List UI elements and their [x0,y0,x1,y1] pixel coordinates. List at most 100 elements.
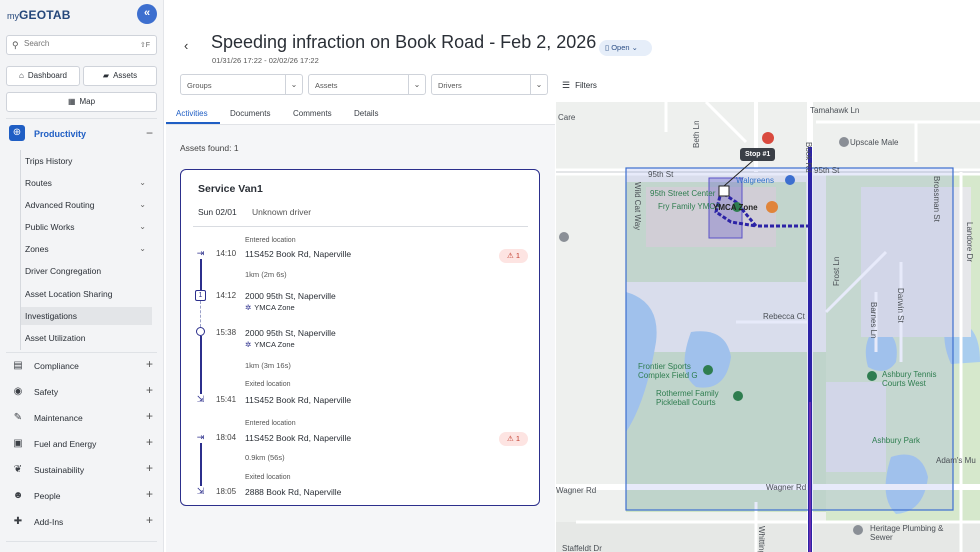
sidebar-item-maintenance[interactable]: ✎ Maintenance + [6,408,157,428]
event-address[interactable]: 2000 95th St, Naperville [245,328,336,338]
filters-button[interactable]: ☰ Filters [562,80,597,91]
map-view[interactable]: Stop #1 Care Tamahawk Ln Upscale Male Be… [556,102,980,552]
assets-button[interactable]: ▰ Assets [83,66,157,86]
sidebar-item-fuel-and-energy[interactable]: ▣ Fuel and Energy + [6,434,157,454]
map-label: Whittington [757,526,766,552]
exception-badge[interactable]: ⚠ 1 [499,249,528,263]
sidebar-item-add-ins[interactable]: ✚ Add-Ins + [6,512,157,532]
collapse-icon[interactable]: − [146,126,153,140]
map-label: Beth Ln [692,120,701,148]
event-time: 18:04 [216,433,237,442]
map-label: Brossman St [932,176,941,222]
event-caption: Entered location [245,420,296,427]
tab-documents[interactable]: Documents [230,109,270,118]
warning-icon: ⚠ [507,251,516,260]
geotab-logo: myGEOTAB [7,8,71,22]
sidebar: myGEOTAB « ⚲ ⇧F ⌂Dashboard ▰Assets ▦Map … [0,0,164,552]
truck-icon: ▰ [102,71,110,80]
chevron-down-icon: ⌄ [139,222,146,231]
fuel-icon: ▣ [13,438,23,449]
drivers-select[interactable]: Drivers ⌄ [431,74,548,95]
sidebar-divider [6,118,157,119]
exception-badge[interactable]: ⚠ 1 [499,432,528,446]
map-label: Wagner Rd [556,486,597,495]
event-address[interactable]: 11S452 Book Rd, Naperville [245,433,351,443]
zone-name[interactable]: ✲ YMCA Zone [245,340,295,349]
expand-icon[interactable]: + [146,409,153,423]
event-caption: Entered location [245,237,296,244]
sidebar-item-zones[interactable]: Zones ⌄ [21,240,152,258]
sidebar-item-investigations[interactable]: Investigations [21,307,152,325]
search-input[interactable] [24,39,124,48]
expand-icon[interactable]: + [146,357,153,371]
home-icon: ⌂ [19,71,24,80]
status-dropdown[interactable]: ▯ Open ⌄ [599,40,652,56]
page-title: Speeding infraction on Book Road - Feb 2… [211,32,597,52]
zone-icon: ✲ [245,303,252,312]
sidebar-item-sustainability[interactable]: ❦ Sustainability + [6,460,157,480]
event-address[interactable]: 11S452 Book Rd, Naperville [245,249,351,259]
clipboard-icon: ▤ [13,360,23,371]
stop-marker-label[interactable]: Stop #1 [740,148,776,161]
chevron-down-icon: ⌄ [530,75,547,94]
exit-zone-icon: ⇲ [195,486,206,497]
sidebar-item-compliance[interactable]: ▤ Compliance + [6,356,157,376]
wrench-icon: ✎ [13,412,23,423]
chevron-down-icon: ⌄ [139,200,146,209]
activity-date: Sun 02/01 [198,207,237,217]
event-address[interactable]: 11S452 Book Rd, Naperville [245,395,351,405]
map-label: Wagner Rd [766,483,807,492]
map-label: Wild Cat Way [633,182,642,231]
event-caption: Exited location [245,474,291,481]
map-label: Fry Family YMCA [658,202,721,211]
sidebar-item-asset-location-sharing[interactable]: Asset Location Sharing [21,285,152,303]
sidebar-item-people[interactable]: ☻ People + [6,486,157,506]
sidebar-item-safety[interactable]: ◉ Safety + [6,382,157,402]
chevron-down-icon: ⌄ [408,75,425,94]
date-range: 01/31/26 17:22 - 02/02/26 17:22 [212,56,319,65]
chevron-down-icon: ⌄ [285,75,302,94]
sidebar-item-productivity[interactable]: ⊕ Productivity − [6,124,157,144]
tab-comments[interactable]: Comments [293,109,332,118]
chevron-down-icon: ⌄ [139,178,146,187]
zone-name[interactable]: ✲ YMCA Zone [245,303,295,312]
enter-zone-icon: ⇥ [195,432,206,443]
sidebar-item-driver-congregation[interactable]: Driver Congregation [21,262,152,280]
expand-icon[interactable]: + [146,435,153,449]
timeline-connector [200,441,202,487]
collapse-sidebar-button[interactable]: « [137,4,157,24]
expand-icon[interactable]: + [146,383,153,397]
event-address[interactable]: 2888 Book Rd, Naperville [245,487,341,497]
expand-icon[interactable]: + [146,461,153,475]
stop-end-icon [196,327,205,336]
asset-card[interactable] [180,169,540,506]
tab-activities[interactable]: Activities [176,109,208,118]
warning-icon: ⚠ [507,434,516,443]
sidebar-item-trips-history[interactable]: Trips History [21,152,152,170]
tab-details[interactable]: Details [354,109,378,118]
map-label: Upscale Male [850,138,899,147]
back-button[interactable]: ‹ [184,38,188,53]
map-button[interactable]: ▦ Map [6,92,157,112]
sidebar-item-routes[interactable]: Routes ⌄ [21,174,152,192]
search-box[interactable]: ⚲ ⇧F [6,35,157,55]
sidebar-item-public-works[interactable]: Public Works ⌄ [21,218,152,236]
chevron-down-icon: ⌄ [629,43,638,52]
trip-distance: 1km (3m 16s) [245,361,291,370]
sidebar-item-advanced-routing[interactable]: Advanced Routing ⌄ [21,196,152,214]
assets-select[interactable]: Assets ⌄ [308,74,426,95]
map-label: Frost Ln [832,256,841,286]
timeline-connector [200,259,202,291]
expand-icon[interactable]: + [146,513,153,527]
event-time: 14:10 [216,249,237,258]
zone-icon: ✲ [245,340,252,349]
dashboard-button[interactable]: ⌂ Dashboard [6,66,80,86]
expand-icon[interactable]: + [146,487,153,501]
groups-select[interactable]: Groups ⌄ [180,74,303,95]
card-divider [193,226,528,227]
sidebar-item-asset-utilization[interactable]: Asset Utilization [21,329,152,347]
map-label: Darwin St [896,288,905,323]
search-shortcut: ⇧F [139,42,150,49]
event-address[interactable]: 2000 95th St, Naperville [245,291,336,301]
map-label: Heritage Plumbing & Sewer [870,524,944,542]
